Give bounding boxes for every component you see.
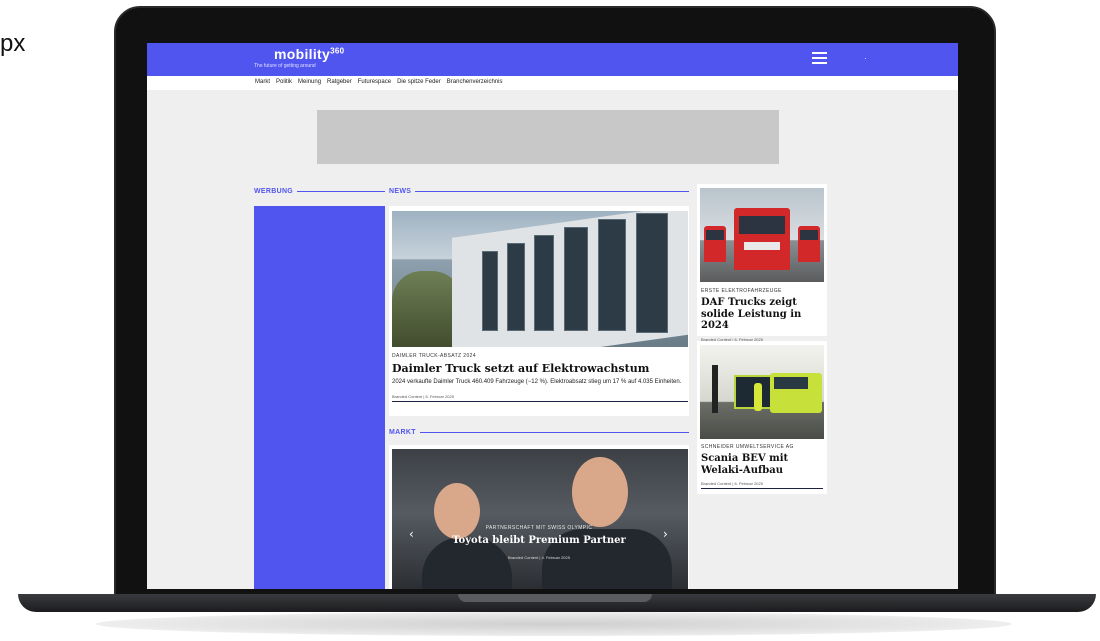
partner-photo [392, 449, 688, 589]
markt-carousel[interactable]: ‹ › PARTNERSCHAFT MIT SWISS OLYMPIC Toyo… [389, 445, 689, 589]
scania-article-card[interactable]: SCHNEIDER UMWELTSERVICE AG Scania BEV mi… [697, 341, 827, 494]
article-headline[interactable]: DAF Trucks zeigt solide Leistung in 2024 [701, 297, 823, 332]
hamburger-menu-icon[interactable] [812, 52, 827, 65]
main-news-card[interactable]: DAIMLER TRUCK-ABSATZ 2024 Daimler Truck … [389, 206, 689, 416]
section-title-werbung: WERBUNG [254, 188, 294, 195]
scania-truck-image[interactable] [700, 345, 824, 439]
nav-item-spitze-feder[interactable]: Die spitze Feder [397, 79, 441, 85]
article-teaser: 2024 verkaufte Daimler Truck 460.409 Fah… [392, 379, 682, 385]
article-meta: Branded Content | 6. Februar 2025 [701, 481, 763, 486]
section-head-werbung: WERBUNG [254, 185, 385, 198]
site-logo[interactable]: mobility360 [274, 46, 344, 62]
article-kicker: DAIMLER TRUCK-ABSATZ 2024 [392, 353, 477, 359]
nav-item-politik[interactable]: Politik [276, 79, 292, 85]
article-headline[interactable]: Scania BEV mit Welaki-Aufbau [701, 453, 823, 476]
daf-trucks-image[interactable] [700, 188, 824, 282]
section-head-markt: MARKT [389, 426, 689, 439]
nav-item-ratgeber[interactable]: Ratgeber [327, 79, 352, 85]
article-headline[interactable]: Daimler Truck setzt auf Elektrowachstum [392, 362, 688, 375]
nav-item-branchenverzeichnis[interactable]: Branchenverzeichnis [447, 79, 503, 85]
article-meta: Branded Content | 6. Februar 2025 [392, 393, 454, 399]
slide-kicker: PARTNERSCHAFT MIT SWISS OLYMPIC [485, 525, 593, 531]
nav-item-futurespace[interactable]: Futurespace [358, 79, 391, 85]
article-rule [701, 488, 823, 489]
laptop-shadow [96, 612, 1012, 636]
daf-article-card[interactable]: ERSTE ELEKTROFAHRZEUGE DAF Trucks zeigt … [697, 184, 827, 342]
article-kicker: ERSTE ELEKTROFAHRZEUGE [701, 288, 782, 294]
main-navigation: Markt Politik Meinung Ratgeber Futurespa… [147, 76, 958, 90]
carousel-prev-icon[interactable]: ‹ [409, 527, 414, 541]
site-header: mobility360 The future of getting around [147, 43, 958, 76]
section-head-news: NEWS [389, 185, 689, 198]
section-rule [297, 191, 385, 192]
nav-item-markt[interactable]: Markt [255, 79, 270, 85]
header-dot [865, 58, 866, 59]
laptop-notch [458, 594, 652, 602]
article-rule [392, 400, 688, 402]
daimler-building-image[interactable] [392, 211, 688, 347]
section-rule [419, 432, 689, 433]
slide-headline[interactable]: Toyota bleibt Premium Partner [429, 535, 649, 546]
section-rule [415, 191, 689, 192]
browser-screen: mobility360 The future of getting around… [147, 43, 958, 589]
section-title-news: NEWS [389, 188, 412, 195]
werbung-ad-slot[interactable] [254, 206, 385, 589]
banner-ad-placeholder[interactable] [317, 110, 779, 164]
partial-px-label: px [0, 30, 26, 57]
article-kicker: SCHNEIDER UMWELTSERVICE AG [701, 444, 794, 450]
carousel-next-icon[interactable]: › [663, 527, 668, 541]
nav-item-meinung[interactable]: Meinung [298, 79, 321, 85]
section-title-markt: MARKT [389, 429, 416, 436]
site-tagline: The future of getting around [254, 63, 316, 69]
slide-meta: Branded Content | 4. Februar 2025 [508, 555, 570, 560]
